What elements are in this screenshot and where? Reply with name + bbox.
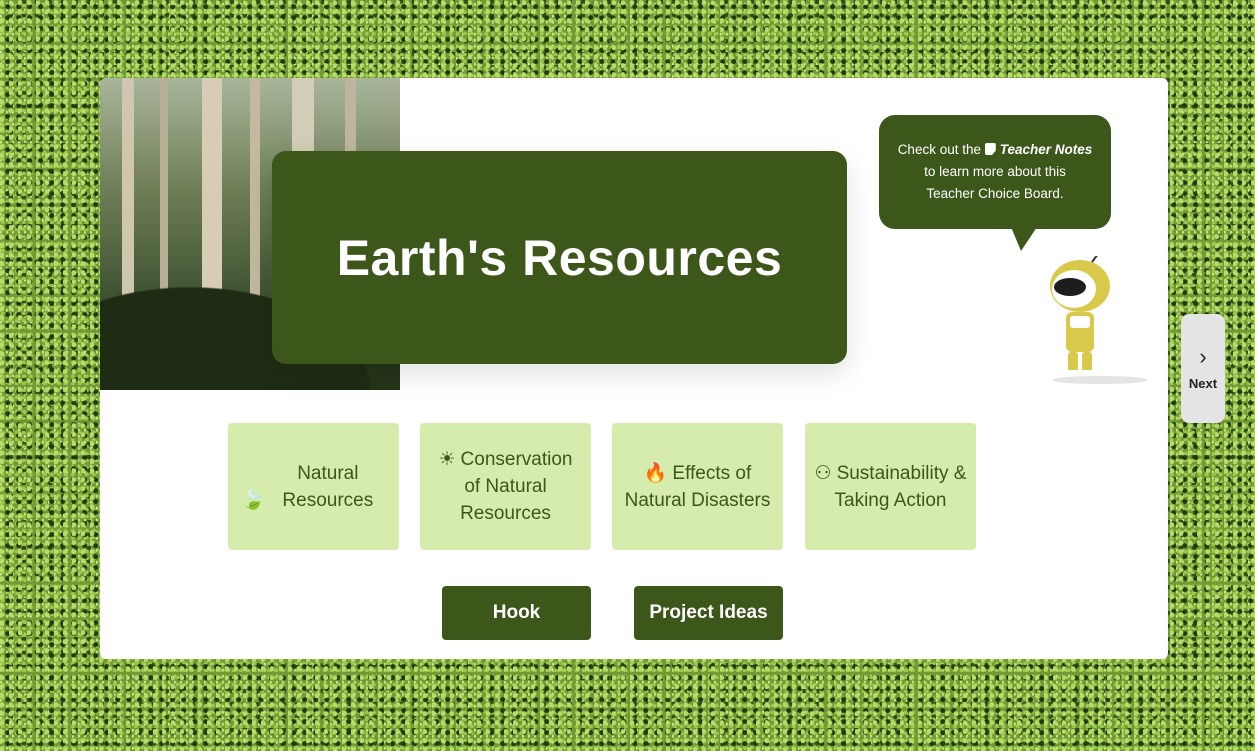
fire-icon: 🔥 bbox=[643, 462, 668, 484]
next-button[interactable]: › Next bbox=[1181, 314, 1225, 423]
page-title: Earth's Resources bbox=[336, 229, 783, 286]
tile-label: Sustainability & Taking Action bbox=[834, 462, 967, 511]
tile-sustainability[interactable]: ⚇ Sustainability & Taking Action bbox=[805, 423, 976, 550]
hook-button[interactable]: Hook bbox=[442, 586, 591, 640]
people-globe-icon: ⚇ bbox=[814, 462, 832, 484]
project-ideas-button[interactable]: Project Ideas bbox=[634, 586, 783, 640]
bubble-line-3: Teacher Choice Board. bbox=[926, 186, 1064, 201]
speech-bubble: Check out the Teacher Notes to learn mor… bbox=[879, 115, 1111, 251]
leaf-icon: 🍃 bbox=[241, 489, 266, 511]
next-label: Next bbox=[1188, 376, 1218, 391]
tile-label: Conservation of Natural Resources bbox=[460, 449, 573, 524]
robot-mascot-icon bbox=[1050, 256, 1148, 384]
sun-icon: ☀ bbox=[438, 449, 456, 470]
tile-conservation[interactable]: ☀ Conservation of Natural Resources bbox=[420, 423, 591, 550]
chevron-right-icon: › bbox=[1199, 344, 1207, 369]
title-banner: Earth's Resources bbox=[272, 151, 847, 364]
board-card: Earth's Resources Check out the Teacher … bbox=[100, 78, 1168, 659]
bubble-line-1: Check out the Teacher Notes bbox=[898, 139, 1093, 161]
tile-natural-resources[interactable]: 🍃 Natural Resources bbox=[228, 423, 399, 550]
bubble-line-2: to learn more about this bbox=[924, 164, 1066, 179]
tile-natural-disasters[interactable]: 🔥 Effects of Natural Disasters bbox=[612, 423, 783, 550]
tile-label: Natural Resources bbox=[282, 462, 374, 511]
teacher-notes-link[interactable]: Teacher Notes bbox=[1000, 142, 1093, 157]
note-icon bbox=[984, 143, 996, 155]
topic-tiles: 🍃 Natural Resources ☀ Conservation of Natu… bbox=[228, 423, 978, 550]
bubble-prefix: Check out the bbox=[897, 142, 981, 157]
